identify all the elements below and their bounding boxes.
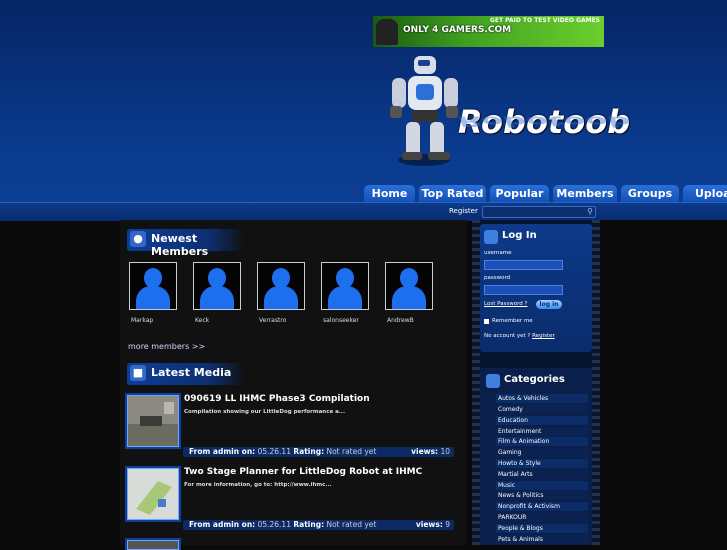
remember-me-label: Remember me [492,318,533,324]
media-thumbnail[interactable] [127,468,179,520]
category-item[interactable]: Autos & Vehicles [496,394,588,403]
views-label: views: [415,520,443,529]
register-link[interactable]: Register [449,207,478,215]
rating-label: Rating: [293,447,325,456]
media-date: 05.26.11 [257,447,291,456]
avatar[interactable] [129,262,177,310]
robot-mascot-icon [390,56,458,166]
search-icon[interactable]: ⚲ [587,207,593,217]
category-item[interactable]: Entertainment [496,427,588,436]
media-info-bar: From admin on: 05.26.11 Rating: Not rate… [183,520,454,530]
member-card[interactable]: salonseeker [321,262,371,324]
category-item[interactable]: Film & Animation [496,437,588,446]
category-item[interactable]: Education [496,416,588,425]
film-icon: ■ [130,365,146,381]
member-name[interactable]: AndrewB [385,317,435,324]
category-item[interactable]: PARKOUR [496,513,588,522]
site-logo-reflection: Robotoob [458,112,631,130]
newest-members-header: ● Newest Members [127,229,245,258]
category-item[interactable]: News & Politics [496,491,588,500]
login-button[interactable]: log in [536,300,562,309]
main-nav: Home Top Rated Popular Members Groups Up… [364,185,727,202]
member-name[interactable]: Keck [193,317,243,324]
newest-members-title: Newest Members [151,232,209,258]
avatar[interactable] [257,262,305,310]
username-field[interactable] [484,260,563,270]
latest-media-header: ■ Latest Media [127,363,245,385]
category-item[interactable]: Martial Arts [496,470,588,479]
username-label: username [484,250,512,256]
password-label: password [484,275,511,281]
rating-label: Rating: [293,520,325,529]
media-thumbnail[interactable] [127,395,179,447]
media-title[interactable]: 090619 LL IHMC Phase3 Compilation [184,394,370,404]
categories-icon [486,374,500,388]
media-date: 05.26.11 [257,520,291,529]
category-item[interactable]: People & Blogs [496,524,588,533]
no-account-label: No account yet ? [484,333,531,339]
members-icon: ● [130,231,146,247]
latest-media-title: Latest Media [151,366,232,379]
category-item[interactable]: Music [496,481,588,490]
media-info-bar: From admin on: 05.26.11 Rating: Not rate… [183,447,454,457]
category-item[interactable]: Howto & Style [496,459,588,468]
login-title: Log In [502,230,537,241]
media-title[interactable]: Two Stage Planner for LittleDog Robot at… [184,467,422,477]
tab-groups[interactable]: Groups [621,185,679,202]
media-description: Compilation showing our LittleDog perfor… [184,409,346,415]
category-item[interactable]: Comedy [496,405,588,414]
login-icon [484,230,498,244]
member-name[interactable]: salonseeker [321,317,371,324]
media-rating: Not rated yet [326,447,377,456]
media-rating: Not rated yet [326,520,377,529]
avatar[interactable] [321,262,369,310]
media-views: 9 [445,520,450,529]
right-margin [600,220,727,545]
sub-bar: Register ⚲ [0,202,727,221]
tab-home[interactable]: Home [364,185,415,202]
member-name[interactable]: Verrastro [257,317,307,324]
header [0,0,727,202]
search-input[interactable]: ⚲ [482,206,596,218]
from-label: From admin on: [189,447,256,456]
tab-upload[interactable]: Upload [683,185,727,202]
banner-tagline: GET PAID TO TEST VIDEO GAMES [489,17,600,24]
tab-popular[interactable]: Popular [490,185,549,202]
category-item[interactable]: Nonprofit & Activism [496,502,588,511]
member-name[interactable]: Markap [129,317,179,324]
avatar[interactable] [385,262,433,310]
category-item[interactable]: Gaming [496,448,588,457]
remember-me-checkbox[interactable] [484,319,489,324]
views-label: views: [411,447,439,456]
no-account-text: No account yet ? Register [484,333,555,339]
member-card[interactable]: Verrastro [257,262,307,324]
from-label: From admin on: [189,520,256,529]
ad-banner[interactable]: ONLY 4 GAMERS.COM GET PAID TO TEST VIDEO… [373,16,604,47]
categories-title: Categories [504,374,565,385]
password-field[interactable] [484,285,563,295]
lost-password-link[interactable]: Lost Password ? [484,301,527,307]
film-strip-right [592,220,600,545]
member-card[interactable]: Keck [193,262,243,324]
film-strip-left [472,220,480,545]
more-members-link[interactable]: more members >> [128,342,205,351]
register-link-sidebar[interactable]: Register [532,333,555,339]
member-card[interactable]: AndrewB [385,262,435,324]
media-thumbnail[interactable] [127,540,179,550]
tab-members[interactable]: Members [553,185,617,202]
category-item[interactable]: Pets & Animals [496,535,588,544]
media-description: For more information, go to: http://www.… [184,482,332,488]
member-card[interactable]: Markap [129,262,179,324]
gamer-figure-icon [376,19,398,45]
tab-top-rated[interactable]: Top Rated [419,185,486,202]
avatar[interactable] [193,262,241,310]
media-views: 10 [440,447,450,456]
banner-logo: ONLY 4 GAMERS.COM [403,25,512,35]
